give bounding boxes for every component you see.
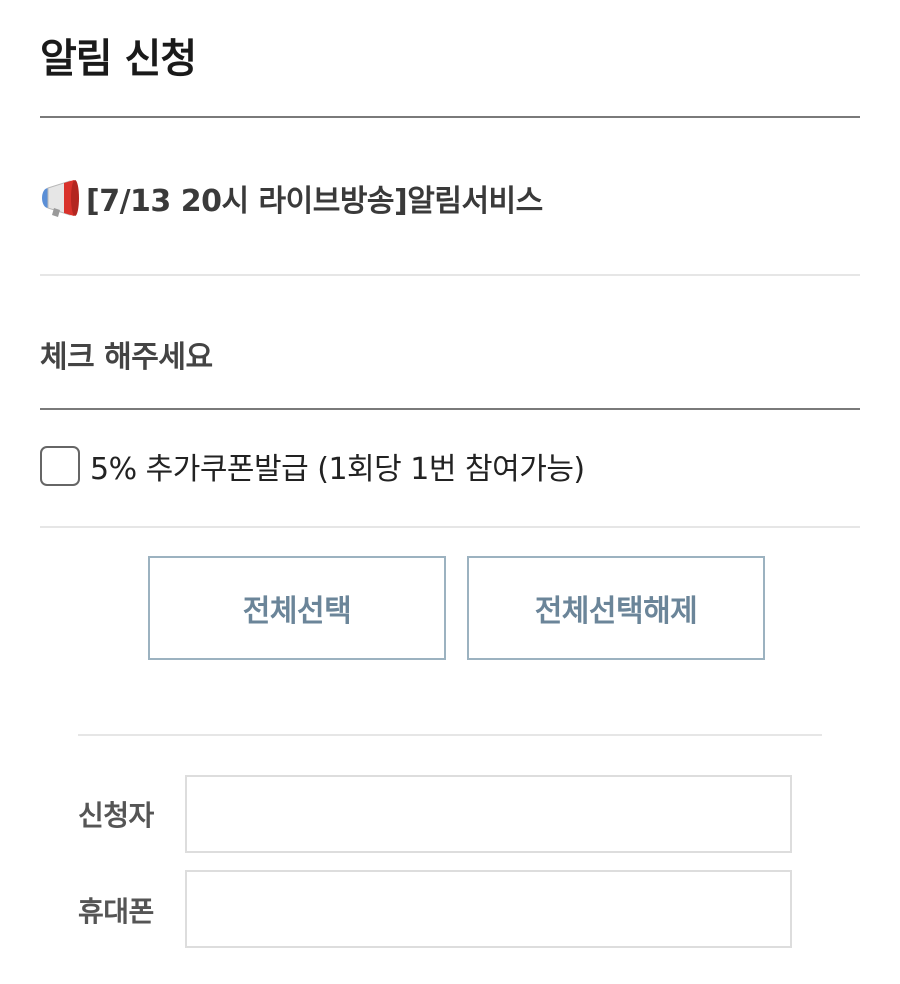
alert-signup-page: 알림 신청 [7/13 20시 라이브방송]알림서비스 체크 해주세요 5% 추… [0,0,900,984]
form-divider [78,734,822,736]
section-label: 체크 해주세요 [40,340,213,375]
applicant-label: 신청자 [78,799,154,832]
event-heading: [7/13 20시 라이브방송]알림서비스 [40,176,543,220]
coupon-option-label: 5% 추가쿠폰발급 (1회당 1번 참여가능) [90,452,585,487]
applicant-input[interactable] [185,775,792,853]
event-divider [40,274,860,276]
section-divider [40,408,860,410]
select-all-button[interactable]: 전체선택 [148,556,446,660]
coupon-option[interactable]: 5% 추가쿠폰발급 (1회당 1번 참여가능) [40,444,585,488]
options-divider [40,526,860,528]
coupon-checkbox[interactable] [40,446,80,486]
megaphone-icon [42,180,79,217]
phone-input[interactable] [185,870,792,948]
phone-label: 휴대폰 [78,895,154,928]
title-divider [40,116,860,118]
deselect-all-button[interactable]: 전체선택해제 [467,556,765,660]
page-title: 알림 신청 [40,36,197,82]
event-title: [7/13 20시 라이브방송]알림서비스 [86,184,543,219]
